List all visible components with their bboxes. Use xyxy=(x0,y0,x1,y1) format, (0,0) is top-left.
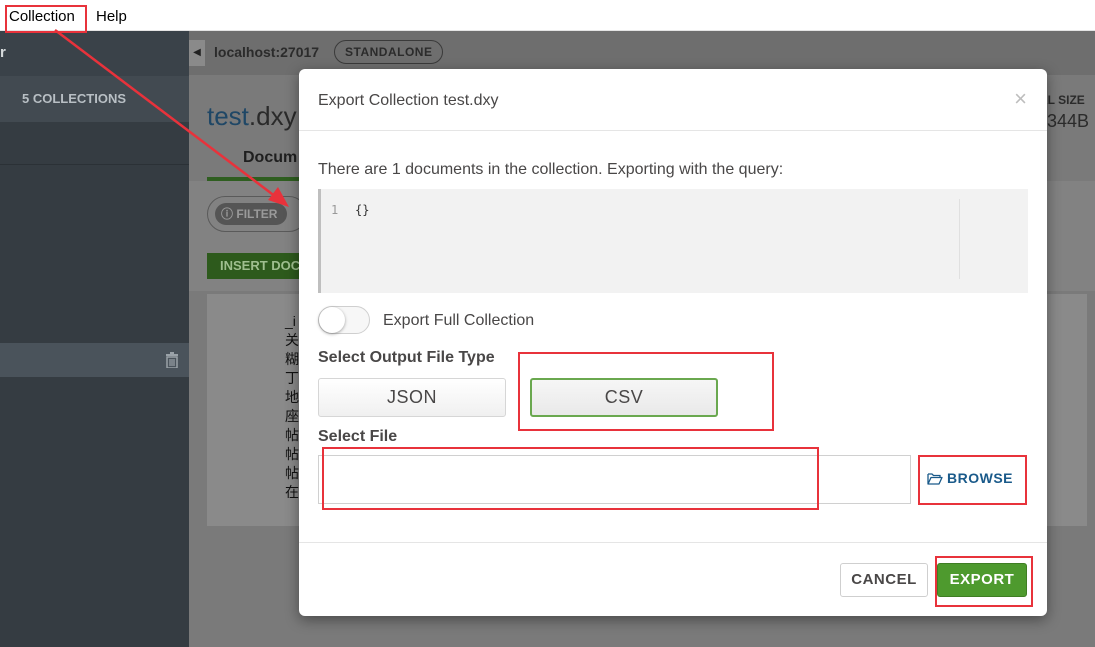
annotation-arrow xyxy=(54,29,289,207)
